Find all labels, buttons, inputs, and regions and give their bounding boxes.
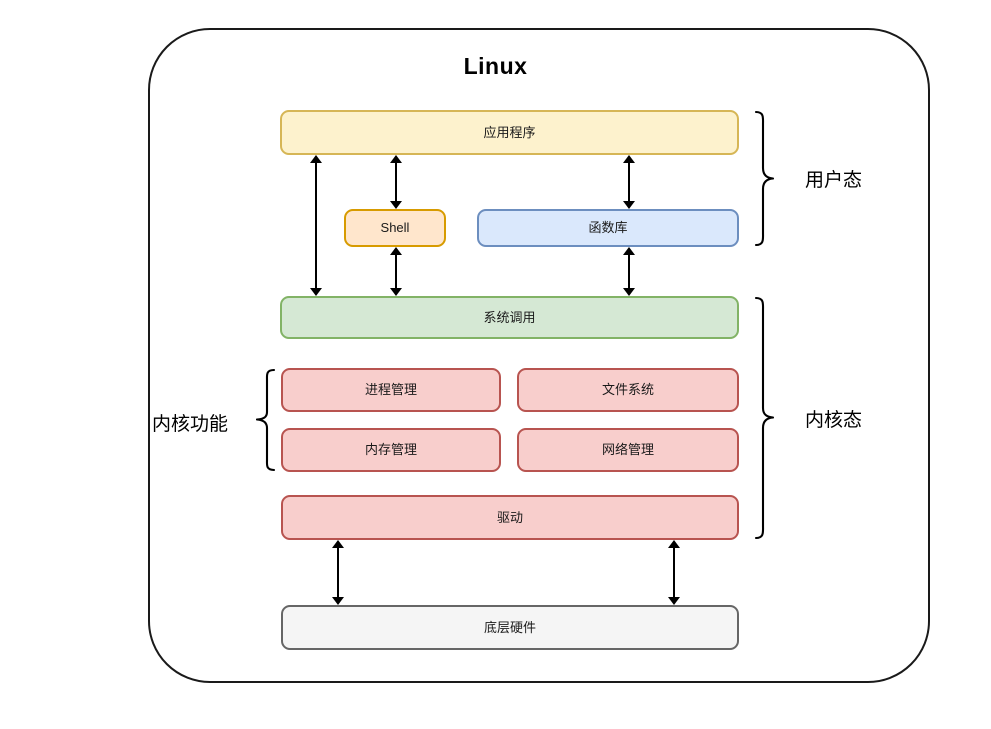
node-hardware: 底层硬件 (281, 605, 739, 650)
arrow-application-to-shell (389, 155, 402, 209)
brace-kernel-functions (256, 368, 278, 472)
label-kernel-mode: 内核态 (805, 410, 863, 431)
node-hardware-label: 底层硬件 (483, 619, 536, 635)
node-library-label: 函数库 (588, 220, 628, 236)
node-library: 函数库 (477, 209, 739, 247)
arrow-application-to-syscall (309, 155, 322, 296)
node-shell-label: Shell (380, 220, 410, 236)
arrow-shell-to-syscall (389, 247, 402, 296)
arrow-library-to-syscall (622, 247, 635, 296)
node-file-system: 文件系统 (517, 368, 739, 412)
diagram-title: Linux (463, 53, 528, 79)
node-memory-management: 内存管理 (281, 428, 501, 472)
node-application: 应用程序 (280, 110, 739, 155)
brace-user-mode (752, 110, 776, 247)
node-driver: 驱动 (281, 495, 739, 540)
label-user-mode: 用户态 (805, 170, 863, 191)
node-file-system-label: 文件系统 (601, 382, 654, 398)
node-process-management: 进程管理 (281, 368, 501, 412)
node-network-management-label: 网络管理 (601, 442, 654, 458)
node-shell: Shell (344, 209, 446, 247)
node-driver-label: 驱动 (496, 509, 523, 525)
arrow-application-to-library (622, 155, 635, 209)
node-memory-management-label: 内存管理 (364, 442, 417, 458)
arrow-driver-to-hardware-right (667, 540, 680, 605)
node-application-label: 应用程序 (483, 124, 536, 140)
label-kernel-functions: 内核功能 (152, 414, 229, 435)
node-system-call: 系统调用 (280, 296, 739, 339)
brace-kernel-mode (752, 296, 776, 540)
node-process-management-label: 进程管理 (364, 382, 417, 398)
node-network-management: 网络管理 (517, 428, 739, 472)
node-system-call-label: 系统调用 (483, 309, 536, 325)
arrow-driver-to-hardware-left (331, 540, 344, 605)
diagram-canvas: Linux 应用程序 Shell 函数库 系统调用 进程管理 文件系统 内存管理… (0, 0, 991, 729)
